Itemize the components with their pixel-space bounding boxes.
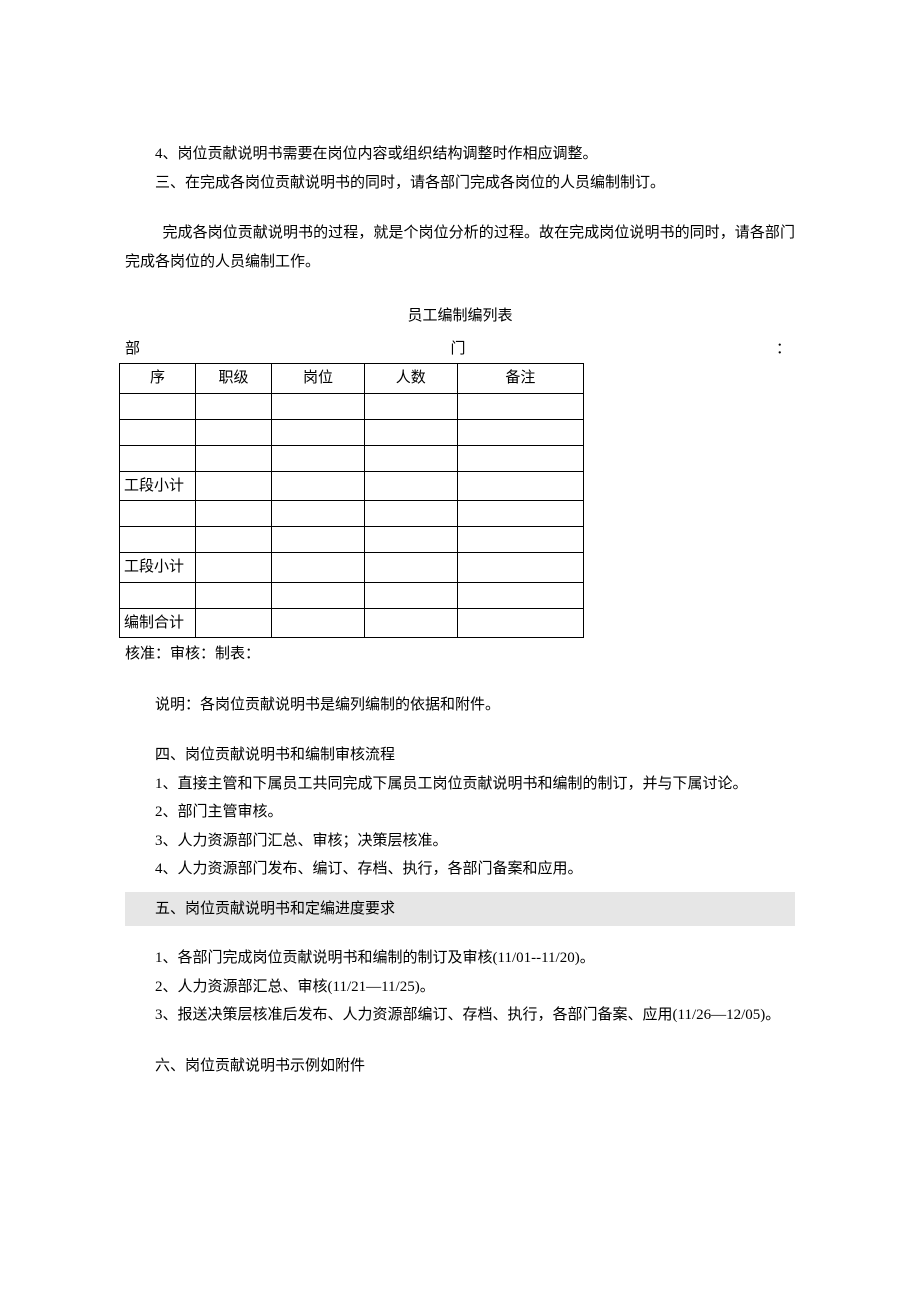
section-4-title: 四、岗位贡献说明书和编制审核流程: [125, 741, 795, 770]
spacer: [125, 936, 795, 944]
header-count: 人数: [364, 364, 457, 394]
section-5-bar: 五、岗位贡献说明书和定编进度要求: [125, 892, 795, 927]
table-title: 员工编制编列表: [125, 302, 795, 331]
department-line: 部 门 ：: [125, 335, 795, 364]
header-seq: 序: [120, 364, 196, 394]
header-post: 岗位: [272, 364, 365, 394]
section-3-title: 三、在完成各岗位贡献说明书的同时，请各部门完成各岗位的人员编制制订。: [125, 169, 795, 198]
dept-colon: ：: [776, 335, 791, 364]
document-page: 4、岗位贡献说明书需要在岗位内容或组织结构调整时作相应调整。 三、在完成各岗位贡…: [0, 0, 920, 1303]
section-4-item-3: 3、人力资源部门汇总、审核；决策层核准。: [125, 827, 795, 856]
spacer: [125, 197, 795, 219]
paragraph-point-4: 4、岗位贡献说明书需要在岗位内容或组织结构调整时作相应调整。: [125, 140, 795, 169]
section-5-item-1: 1、各部门完成岗位贡献说明书和编制的制订及审核(11/01--11/20)。: [125, 944, 795, 973]
section-6-title: 六、岗位贡献说明书示例如附件: [125, 1052, 795, 1081]
table-row: [120, 445, 584, 471]
section-5-item-2: 2、人力资源部汇总、审核(11/21—11/25)。: [125, 973, 795, 1002]
spacer: [125, 669, 795, 691]
spacer: [125, 1030, 795, 1052]
section-3-body: 完成各岗位贡献说明书的过程，就是个岗位分析的过程。故在完成岗位说明书的同时，请各…: [125, 219, 795, 276]
section-5-item-3: 3、报送决策层核准后发布、人力资源部编订、存档、执行，各部门备案、应用(11/2…: [125, 1001, 795, 1030]
header-rank: 职级: [196, 364, 272, 394]
section-5-title: 五、岗位贡献说明书和定编进度要求: [125, 895, 795, 924]
table-row: [120, 582, 584, 608]
spacer: [125, 719, 795, 741]
subtotal-2-label: 工段小计: [120, 553, 196, 583]
dept-label-left: 部: [125, 335, 140, 364]
section-4-item-2: 2、部门主管审核。: [125, 798, 795, 827]
table-row: [120, 527, 584, 553]
table-header-row: 序 职级 岗位 人数 备注: [120, 364, 584, 394]
subtotal-1-label: 工段小计: [120, 471, 196, 501]
table-row: [120, 501, 584, 527]
section-4-item-1: 1、直接主管和下属员工共同完成下属员工岗位贡献说明书和编制的制订，并与下属讨论。: [125, 770, 795, 799]
table-footer-signoff: 核准：审核：制表：: [125, 640, 795, 669]
table-row-subtotal: 工段小计: [120, 553, 584, 583]
table-row-total: 编制合计: [120, 608, 584, 638]
section-4-item-4: 4、人力资源部门发布、编订、存档、执行，各部门备案和应用。: [125, 855, 795, 884]
table-row-subtotal: 工段小计: [120, 471, 584, 501]
table-row: [120, 393, 584, 419]
header-note: 备注: [457, 364, 583, 394]
explain-note: 说明：各岗位贡献说明书是编列编制的依据和附件。: [125, 691, 795, 720]
staffing-table: 序 职级 岗位 人数 备注 工段小计 工段小计 编制合计: [119, 363, 584, 638]
spacer: [125, 276, 795, 298]
total-label: 编制合计: [120, 608, 196, 638]
dept-label-right: 门: [450, 335, 465, 364]
table-row: [120, 419, 584, 445]
